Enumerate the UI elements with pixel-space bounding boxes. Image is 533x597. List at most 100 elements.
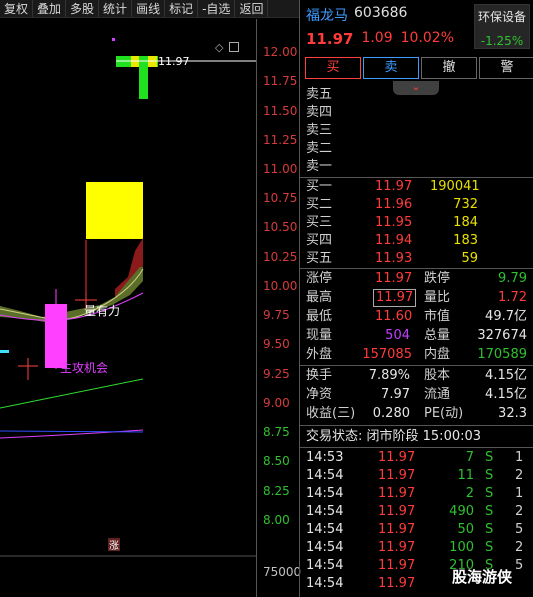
stock-header: 福龙马 603686 11.97 1.09 10.02% <box>300 0 472 54</box>
axis-tick: 10.50 <box>263 220 298 234</box>
tick-volume: 100 <box>449 540 474 555</box>
ask-3-label: 卖三 <box>306 123 333 138</box>
ask-5-label: 卖五 <box>306 87 333 102</box>
bid-5-volume: 59 <box>461 251 478 266</box>
sell-button[interactable]: 卖 <box>363 57 419 79</box>
tick-side: S <box>485 450 494 465</box>
axis-tick: 8.00 <box>263 513 290 527</box>
axis-tick: 11.00 <box>263 162 298 176</box>
maximize-icon[interactable] <box>229 42 240 52</box>
tick-side: S <box>485 522 494 537</box>
trade-actions: 买 卖 撤 警 <box>305 57 533 79</box>
limit-signal-stem <box>139 56 148 99</box>
cancel-order-button[interactable]: 撤 <box>421 57 477 79</box>
tick-price: 11.97 <box>378 486 416 501</box>
green-band <box>0 267 143 323</box>
limit-up-label: 涨停 <box>306 271 333 286</box>
axis-tick: 12.00 <box>263 45 298 59</box>
tick-volume: 490 <box>449 504 474 519</box>
collapse-chevron-icon[interactable]: ⌄ <box>393 81 439 95</box>
axis-tick: 8.75 <box>263 425 290 439</box>
tick-price: 11.97 <box>378 522 416 537</box>
tick-time: 14:53 <box>306 450 344 465</box>
bid-2-volume: 732 <box>453 197 478 212</box>
total-volume-label: 总量 <box>424 328 451 343</box>
tick-count: 1 <box>515 486 524 501</box>
axis-tick: 9.25 <box>263 367 290 381</box>
equity-label: 股本 <box>424 368 451 383</box>
high-label: 最高 <box>306 290 333 305</box>
chart-controls: ◇ <box>215 41 240 54</box>
bid-2-label: 买二 <box>306 197 333 212</box>
kline-canvas: 11.97 量有力 主攻机会 涨 <box>0 38 258 557</box>
axis-tick: 9.00 <box>263 396 290 410</box>
bid-3-label: 买三 <box>306 215 333 230</box>
total-volume-value: 327674 <box>477 328 527 343</box>
tick-count: 1 <box>515 450 524 465</box>
limit-up-marker: 涨 <box>109 540 119 552</box>
chart-dot-marker <box>112 38 115 41</box>
current-volume-label: 现量 <box>306 328 333 343</box>
float-value: 4.15亿 <box>485 387 527 402</box>
toolbar-multi-stock[interactable]: 多股 <box>66 0 100 17</box>
vol-ratio-label: 量比 <box>424 290 451 305</box>
tick-side: S <box>485 486 494 501</box>
ask-2-label: 卖二 <box>306 141 333 156</box>
vol-ratio-value: 1.72 <box>498 290 527 305</box>
pe-value: 32.3 <box>498 406 527 421</box>
stock-name[interactable]: 福龙马 <box>306 5 348 25</box>
kline-chart[interactable]: 11.97 量有力 主攻机会 涨 ◇ <box>0 19 258 597</box>
toolbar-restore-rights[interactable]: 复权 <box>0 0 34 17</box>
sector-badge[interactable]: 环保设备 -1.25% <box>474 4 530 49</box>
tick-count: 2 <box>515 468 524 483</box>
axis-tick: 11.25 <box>263 133 298 147</box>
price-alert-button[interactable]: 警 <box>479 57 533 79</box>
tick-price: 11.97 <box>378 558 416 573</box>
tick-volume: 2 <box>465 486 474 501</box>
eps-value: 0.280 <box>372 406 410 421</box>
nav-label: 净资 <box>306 387 333 402</box>
inner-volume-label: 内盘 <box>424 347 451 362</box>
bid-4-price: 11.94 <box>375 233 413 248</box>
tick-time: 14:54 <box>306 468 344 483</box>
tick-time: 14:54 <box>306 486 344 501</box>
bid-3-volume: 184 <box>453 215 478 230</box>
quote-panel: 福龙马 603686 11.97 1.09 10.02% 环保设备 -1.25%… <box>300 0 533 597</box>
ask-1-label: 卖一 <box>306 159 333 174</box>
annotation-main-opportunity: 主攻机会 <box>60 361 108 375</box>
toolbar-back[interactable]: 返回 <box>235 0 269 17</box>
bid-5-label: 买五 <box>306 251 333 266</box>
market-cap-value: 49.7亿 <box>485 309 527 324</box>
toolbar-overlay[interactable]: 叠加 <box>33 0 67 17</box>
tick-volume: 7 <box>465 450 474 465</box>
toolbar-statistics[interactable]: 统计 <box>99 0 133 17</box>
tick-price: 11.97 <box>378 468 416 483</box>
axis-tick: 8.25 <box>263 484 290 498</box>
ma-line-green <box>0 378 144 409</box>
current-price: 11.97 <box>306 30 354 48</box>
cyan-marker <box>0 350 9 353</box>
bid-4-volume: 183 <box>453 233 478 248</box>
sector-pct: -1.25% <box>480 34 524 48</box>
tick-count: 5 <box>515 558 524 573</box>
current-volume-value: 504 <box>385 328 410 343</box>
toolbar-remove-watchlist[interactable]: -自选 <box>198 0 236 17</box>
yellow-box-indicator <box>86 182 143 239</box>
tick-time: 14:54 <box>306 576 344 591</box>
tick-count: 5 <box>515 522 524 537</box>
tick-price: 11.97 <box>378 504 416 519</box>
price-row: 11.97 1.09 10.02% <box>306 30 454 48</box>
buy-button[interactable]: 买 <box>305 57 361 79</box>
tick-time: 14:54 <box>306 558 344 573</box>
toolbar-draw-line[interactable]: 画线 <box>132 0 166 17</box>
volume-axis-tick: 75000 <box>263 565 302 579</box>
tick-price: 11.97 <box>378 540 416 555</box>
nav-value: 7.97 <box>381 387 410 402</box>
market-cap-label: 市值 <box>424 309 451 324</box>
toolbar-mark[interactable]: 标记 <box>165 0 199 17</box>
stats-divider <box>300 268 533 269</box>
diamond-icon[interactable]: ◇ <box>215 41 223 54</box>
bid-3-price: 11.95 <box>375 215 413 230</box>
ask-4-label: 卖四 <box>306 105 333 120</box>
fundamentals-divider <box>300 365 533 366</box>
